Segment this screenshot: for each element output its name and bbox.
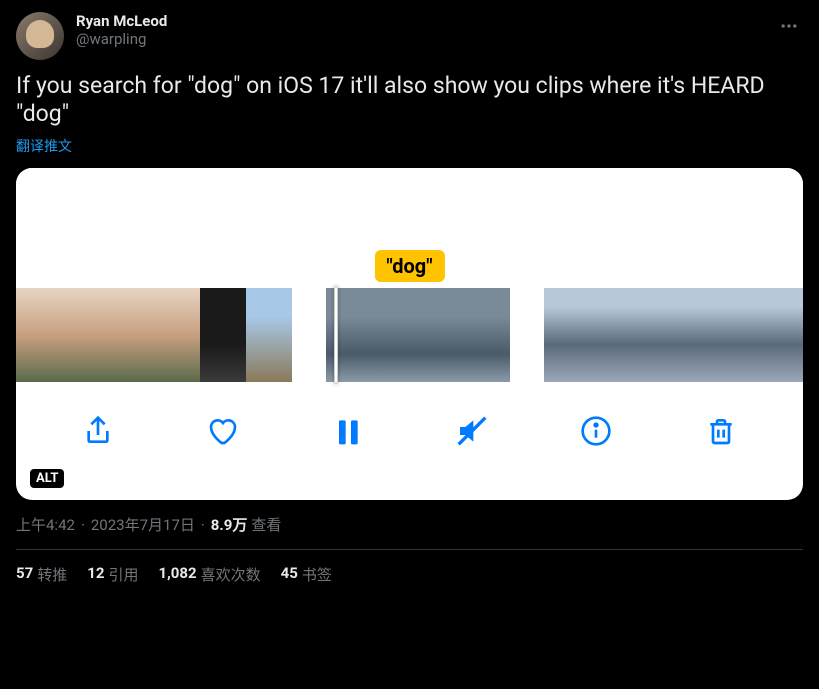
media-card[interactable]: "dog" [16, 168, 803, 500]
timeline-frame [774, 288, 803, 382]
timeline-frame [682, 288, 728, 382]
quotes-label: 引用 [108, 564, 138, 585]
share-button[interactable] [78, 411, 118, 451]
alt-badge[interactable]: ALT [30, 469, 64, 488]
clip-group-3[interactable] [544, 288, 803, 382]
quotes-stat[interactable]: 12 引用 [87, 564, 138, 585]
timeline-frame [636, 288, 682, 382]
timeline-frame [418, 288, 464, 382]
media-toolbar [16, 382, 803, 480]
timeline-frame [464, 288, 510, 382]
likes-label: 喜欢次数 [201, 564, 261, 585]
display-name[interactable]: Ryan McLeod [76, 12, 763, 30]
caption-keyword-label: "dog" [374, 250, 444, 282]
quotes-count: 12 [87, 564, 104, 585]
retweets-label: 转推 [37, 564, 67, 585]
dot-separator: · [201, 516, 205, 534]
user-info: Ryan McLeod @warpling [76, 12, 763, 48]
likes-stat[interactable]: 1,082 喜欢次数 [158, 564, 260, 585]
info-button[interactable] [576, 411, 616, 451]
tweet-header: Ryan McLeod @warpling [16, 12, 803, 60]
bookmarks-count: 45 [281, 564, 298, 585]
more-icon [779, 16, 799, 36]
tweet: Ryan McLeod @warpling If you search for … [0, 0, 819, 597]
timeline-frame [108, 288, 154, 382]
likes-count: 1,082 [158, 564, 196, 585]
timeline-frame [154, 288, 200, 382]
media-whitespace: "dog" [16, 168, 803, 288]
bookmarks-label: 书签 [302, 564, 332, 585]
tweet-stats: 57 转推 12 引用 1,082 喜欢次数 45 书签 [16, 564, 803, 585]
retweets-stat[interactable]: 57 转推 [16, 564, 67, 585]
tweet-text: If you search for "dog" on iOS 17 it'll … [16, 72, 803, 128]
timeline-frame [590, 288, 636, 382]
timeline-frame [62, 288, 108, 382]
timeline-frame [326, 288, 372, 382]
more-button[interactable] [775, 12, 803, 44]
timeline-frame [372, 288, 418, 382]
mute-button[interactable] [452, 411, 492, 451]
tweet-date[interactable]: 2023年7月17日 [91, 514, 195, 535]
timeline-frame [200, 288, 246, 382]
speaker-muted-icon [456, 415, 488, 447]
bookmarks-stat[interactable]: 45 书签 [281, 564, 332, 585]
share-icon [82, 415, 114, 447]
timeline-frame [544, 288, 590, 382]
playhead[interactable] [334, 286, 338, 384]
views-count: 8.9万 [211, 514, 248, 535]
avatar[interactable] [16, 12, 64, 60]
timeline-frame [728, 288, 774, 382]
info-icon [580, 415, 612, 447]
timeline-frame [16, 288, 62, 382]
pause-button[interactable] [327, 411, 367, 451]
tweet-meta: 上午4:42 · 2023年7月17日 · 8.9万 查看 [16, 514, 803, 535]
dot-separator: · [81, 516, 85, 534]
views-label: 查看 [251, 514, 281, 535]
delete-button[interactable] [701, 411, 741, 451]
tweet-time[interactable]: 上午4:42 [16, 514, 75, 535]
video-timeline[interactable] [16, 288, 803, 382]
heart-icon [207, 415, 239, 447]
retweets-count: 57 [16, 564, 33, 585]
divider [16, 549, 803, 550]
username[interactable]: @warpling [76, 30, 763, 48]
clip-group-1[interactable] [16, 288, 292, 382]
like-button[interactable] [203, 411, 243, 451]
trash-icon [705, 415, 737, 447]
clip-group-2[interactable] [326, 288, 510, 382]
timeline-frame [246, 288, 292, 382]
pause-icon [331, 415, 363, 447]
translate-link[interactable]: 翻译推文 [16, 136, 72, 156]
